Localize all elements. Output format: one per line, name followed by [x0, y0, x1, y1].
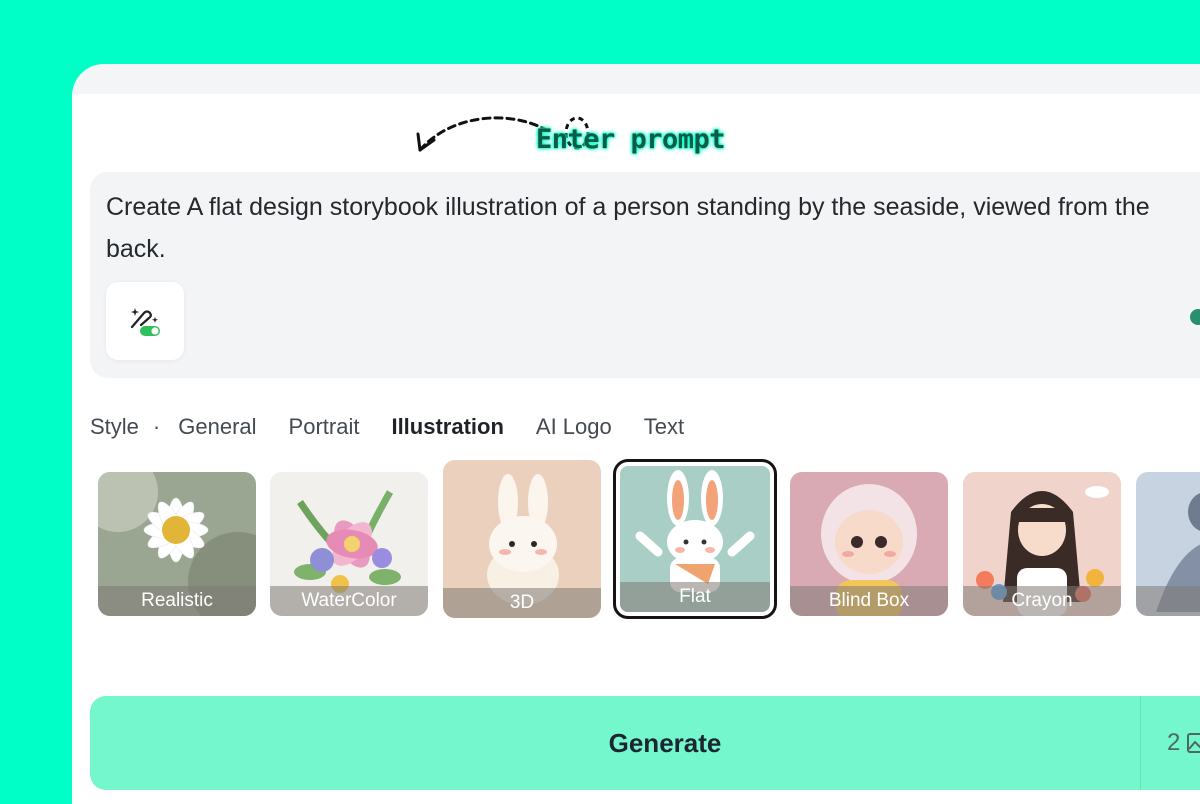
- style-card-label: Crayon: [963, 586, 1121, 616]
- style-card-label: WaterColor: [270, 586, 428, 616]
- credit-count: 2: [1167, 729, 1181, 756]
- style-card-label: Realistic: [98, 586, 256, 616]
- tab-illustration[interactable]: Illustration: [391, 414, 503, 440]
- style-card-label: V: [1136, 586, 1200, 616]
- prompt-textarea[interactable]: Create A flat design storybook illustrat…: [106, 186, 1196, 270]
- annotation-label: Enter prompt: [536, 124, 726, 155]
- content-area: Enter prompt Create A flat design storyb…: [72, 94, 1200, 804]
- style-card-crayon[interactable]: Crayon: [963, 472, 1121, 616]
- magic-wand-toggle-icon: [130, 308, 160, 336]
- scroll-indicator[interactable]: [1190, 309, 1200, 325]
- tab-general[interactable]: General: [178, 414, 256, 440]
- style-card-label: 3D: [443, 588, 601, 618]
- style-card-watercolor[interactable]: WaterColor: [270, 472, 428, 616]
- style-label: Style: [90, 414, 139, 439]
- generate-button[interactable]: Generate 2: [90, 696, 1200, 790]
- prompt-box[interactable]: Create A flat design storybook illustrat…: [90, 172, 1200, 378]
- style-cards: Realistic WaterColor 3D Flat Blind Box C…: [98, 459, 1200, 620]
- style-tabs: Style · General Portrait Illustration AI…: [90, 412, 716, 442]
- style-card-label: Flat: [620, 582, 770, 612]
- tab-ai-logo[interactable]: AI Logo: [536, 414, 612, 440]
- style-card-flat[interactable]: Flat: [613, 459, 777, 619]
- main-panel: Enter prompt Create A flat design storyb…: [72, 64, 1200, 804]
- credits-counter: 2: [1140, 696, 1200, 790]
- generate-label: Generate: [608, 728, 722, 758]
- enter-prompt-annotation: Enter prompt: [410, 110, 730, 180]
- enhance-prompt-button[interactable]: [106, 282, 184, 360]
- style-card-label: Blind Box: [790, 586, 948, 616]
- tab-text[interactable]: Text: [644, 414, 684, 440]
- image-icon: [1187, 733, 1200, 753]
- style-card-3d[interactable]: 3D: [443, 460, 601, 618]
- style-card-blind-box[interactable]: Blind Box: [790, 472, 948, 616]
- style-separator: ·: [152, 414, 161, 439]
- style-card-partial[interactable]: V: [1136, 472, 1200, 616]
- tab-portrait[interactable]: Portrait: [289, 414, 360, 440]
- style-card-realistic[interactable]: Realistic: [98, 472, 256, 616]
